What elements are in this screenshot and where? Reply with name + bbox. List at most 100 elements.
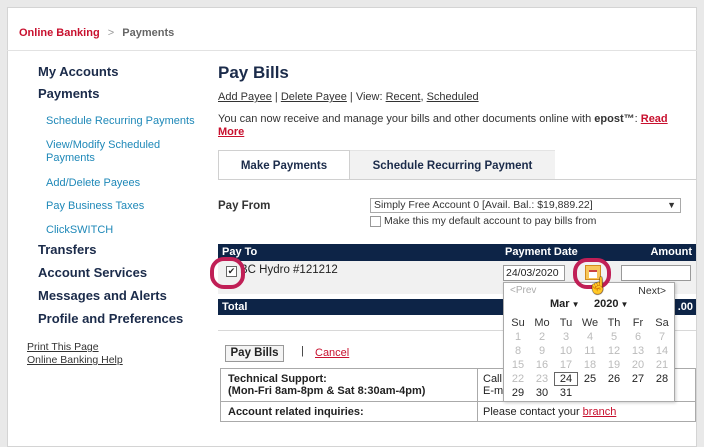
weekday-label: Fr <box>632 317 644 329</box>
day-disabled: 17 <box>559 359 573 371</box>
add-payee-link[interactable]: Add Payee <box>218 91 272 103</box>
day-cell[interactable]: 31 <box>554 386 578 400</box>
chevron-down-icon: ▼ <box>620 300 629 309</box>
support-col-divider <box>477 369 478 421</box>
sidebar-item-clickswitch[interactable]: ClickSWITCH <box>46 224 113 237</box>
payee-links: Add Payee | Delete Payee | View: Recent,… <box>218 91 479 103</box>
day-disabled: 8 <box>514 345 522 357</box>
day-disabled: 2 <box>538 331 546 343</box>
payment-date-input[interactable]: 24/03/2020 <box>503 265 565 281</box>
datepicker-year-select[interactable]: 2020 ▼ <box>594 298 628 310</box>
link-separator: | <box>274 91 278 103</box>
epost-message: You can now receive and manage your bill… <box>218 113 678 139</box>
day-disabled: 21 <box>655 359 669 371</box>
view-recent-link[interactable]: Recent <box>386 91 421 103</box>
day-disabled: 9 <box>538 345 546 357</box>
datepicker-weekday-row: Su Mo Tu We Th Fr Sa <box>506 316 674 330</box>
print-page-link[interactable]: Print This Page <box>27 341 99 353</box>
pay-from-label: Pay From <box>218 200 271 212</box>
view-label: View: <box>355 91 383 103</box>
day-cell[interactable]: 28 <box>650 372 674 386</box>
epost-text: You can now receive and manage your bill… <box>218 113 595 125</box>
sidebar-item-pay-business-taxes[interactable]: Pay Business Taxes <box>46 200 144 213</box>
sidebar-item-add-delete-payees[interactable]: Add/Delete Payees <box>46 177 140 190</box>
sidebar-item-account-services[interactable]: Account Services <box>38 265 147 280</box>
day-disabled: 5 <box>610 331 618 343</box>
account-inquiries-text: Please contact your <box>483 406 583 418</box>
day-empty <box>602 386 626 400</box>
chevron-down-icon: ▼ <box>571 300 580 309</box>
weekday-label: Mo <box>534 317 550 329</box>
sidebar-item-my-accounts[interactable]: My Accounts <box>38 64 118 79</box>
datepicker-year: 2020 <box>594 298 619 310</box>
view-scheduled-link[interactable]: Scheduled <box>427 91 479 103</box>
account-inquiries-label: Account related inquiries: <box>228 406 364 418</box>
actions-separator: | <box>301 345 304 357</box>
day-disabled: 16 <box>535 359 549 371</box>
datepicker-month: Mar <box>550 298 570 310</box>
sidebar-item-payments[interactable]: Payments <box>38 86 99 101</box>
tab-divider <box>218 179 696 180</box>
day-cell[interactable]: 27 <box>626 372 650 386</box>
day-disabled: 20 <box>631 359 645 371</box>
sidebar-item-messages-alerts[interactable]: Messages and Alerts <box>38 288 167 303</box>
total-label: Total <box>222 301 248 313</box>
day-disabled: 6 <box>634 331 642 343</box>
weekday-label: We <box>581 317 599 329</box>
day-empty <box>578 386 602 400</box>
epost-brand: epost™ <box>594 113 635 125</box>
day-disabled: 4 <box>586 331 594 343</box>
hand-cursor-icon: ☝ <box>588 278 608 295</box>
day-cell[interactable]: 26 <box>602 372 626 386</box>
day-cell[interactable]: 30 <box>530 386 554 400</box>
sidebar-item-profile-preferences[interactable]: Profile and Preferences <box>38 311 183 326</box>
datepicker-week: 8 9 10 11 12 13 14 <box>506 344 674 358</box>
datepicker-week: 1 2 3 4 5 6 7 <box>506 330 674 344</box>
tech-support-hours: (Mon-Fri 8am-8pm & Sat 8:30am-4pm) <box>228 385 426 397</box>
payments-table-header: Pay To Payment Date Amount <box>218 244 696 261</box>
day-disabled: 19 <box>607 359 621 371</box>
day-disabled: 23 <box>535 373 549 385</box>
header-amount: Amount <box>650 246 692 258</box>
breadcrumb-home-link[interactable]: Online Banking <box>19 27 100 39</box>
breadcrumb-current: Payments <box>122 27 175 39</box>
amount-input[interactable] <box>621 265 691 281</box>
highlight-circle-checkbox <box>210 257 245 289</box>
header-payment-date: Payment Date <box>505 246 578 258</box>
cancel-link[interactable]: Cancel <box>315 347 349 359</box>
day-disabled: 1 <box>514 331 522 343</box>
datepicker: <Prev Next> Mar ▼ 2020 ▼ Su Mo Tu We Th Fr… <box>503 282 675 402</box>
breadcrumb-separator: > <box>107 27 115 39</box>
day-disabled: 10 <box>559 345 573 357</box>
day-selected[interactable]: 24 <box>554 372 578 386</box>
datepicker-week: 22 23 24 25 26 27 28 <box>506 372 674 386</box>
datepicker-month-select[interactable]: Mar ▼ <box>550 298 579 310</box>
day-disabled: 18 <box>583 359 597 371</box>
payee-name: BC Hydro #121212 <box>240 264 338 276</box>
day-cell[interactable]: 29 <box>506 386 530 400</box>
day-disabled: 14 <box>655 345 669 357</box>
sidebar-item-schedule-recurring[interactable]: Schedule Recurring Payments <box>46 115 195 128</box>
day-cell[interactable]: 25 <box>578 372 602 386</box>
weekday-label: Th <box>607 317 621 329</box>
delete-payee-link[interactable]: Delete Payee <box>281 91 347 103</box>
epost-colon: : <box>634 113 638 125</box>
sidebar-item-view-modify-scheduled[interactable]: View/Modify Scheduled Payments <box>46 139 186 165</box>
online-banking-help-link[interactable]: Online Banking Help <box>27 354 123 366</box>
breadcrumb: Online Banking > Payments <box>19 27 174 39</box>
datepicker-week: 29 30 31 <box>506 386 674 400</box>
day-empty <box>650 386 674 400</box>
link-comma: , <box>420 91 424 103</box>
sidebar-item-transfers[interactable]: Transfers <box>38 242 97 257</box>
weekday-label: Tu <box>559 317 573 329</box>
pay-from-account-select[interactable]: Simply Free Account 0 [Avail. Bal.: $19,… <box>370 198 681 213</box>
branch-link[interactable]: branch <box>583 406 617 418</box>
default-account-checkbox[interactable] <box>370 216 381 227</box>
datepicker-next[interactable]: Next> <box>638 285 666 297</box>
pay-bills-button[interactable]: Pay Bills <box>225 345 284 362</box>
dropdown-arrow-icon: ▼ <box>667 200 676 210</box>
tab-make-payments[interactable]: Make Payments <box>218 150 350 180</box>
datepicker-prev[interactable]: <Prev <box>510 285 536 296</box>
selected-account: Simply Free Account 0 [Avail. Bal.: $19,… <box>374 199 593 211</box>
tab-schedule-recurring-payment[interactable]: Schedule Recurring Payment <box>350 150 555 180</box>
